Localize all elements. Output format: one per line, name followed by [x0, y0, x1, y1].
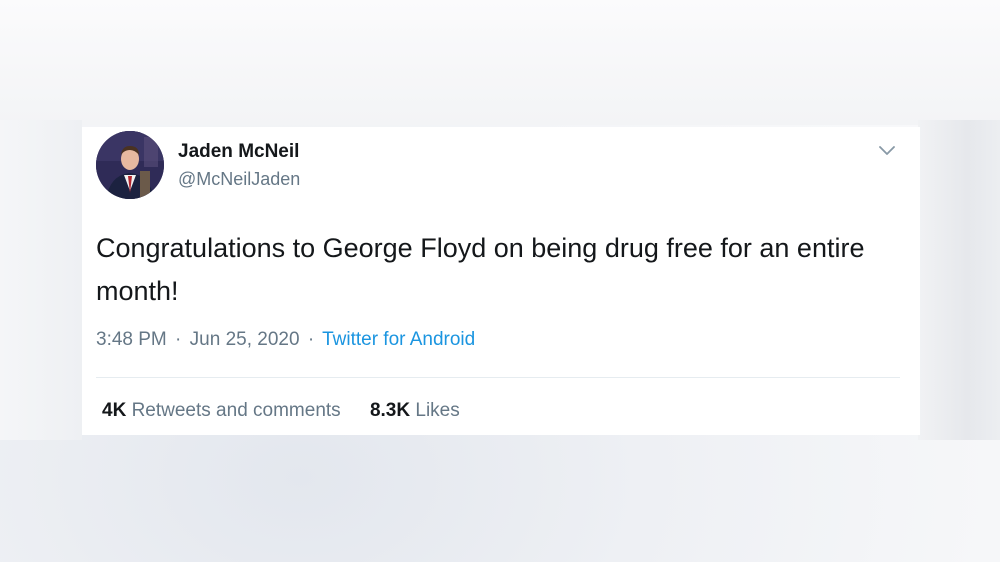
- meta-separator: ·: [307, 329, 315, 350]
- tweet-stats: 4K Retweets and comments 8.3K Likes: [102, 400, 484, 422]
- tweet-time[interactable]: 3:48 PM: [96, 329, 167, 350]
- chevron-down-icon[interactable]: [876, 141, 898, 159]
- likes-count: 8.3K: [369, 400, 411, 421]
- tweet-source-link[interactable]: Twitter for Android: [322, 329, 475, 350]
- tweet-card: Jaden McNeil @McNeilJaden Congratulation…: [82, 127, 920, 435]
- author-handle[interactable]: @McNeilJaden: [178, 169, 300, 190]
- likes-label: Likes: [415, 400, 460, 421]
- tweet-meta: 3:48 PM · Jun 25, 2020 · Twitter for And…: [96, 329, 475, 351]
- background-left: [0, 120, 82, 440]
- divider: [96, 377, 900, 378]
- background-right: [918, 120, 1000, 440]
- author-name[interactable]: Jaden McNeil: [178, 141, 299, 163]
- retweets-label: Retweets and comments: [131, 400, 341, 421]
- retweets-count: 4K: [102, 400, 127, 421]
- background-top: [0, 0, 1000, 125]
- tweet-text: Congratulations to George Floyd on being…: [96, 233, 865, 306]
- meta-separator: ·: [175, 329, 182, 350]
- likes-stat[interactable]: 8.3K Likes: [370, 400, 460, 421]
- tweet-date[interactable]: Jun 25, 2020: [190, 329, 300, 350]
- avatar[interactable]: [96, 131, 164, 199]
- retweets-stat[interactable]: 4K Retweets and comments: [102, 400, 346, 421]
